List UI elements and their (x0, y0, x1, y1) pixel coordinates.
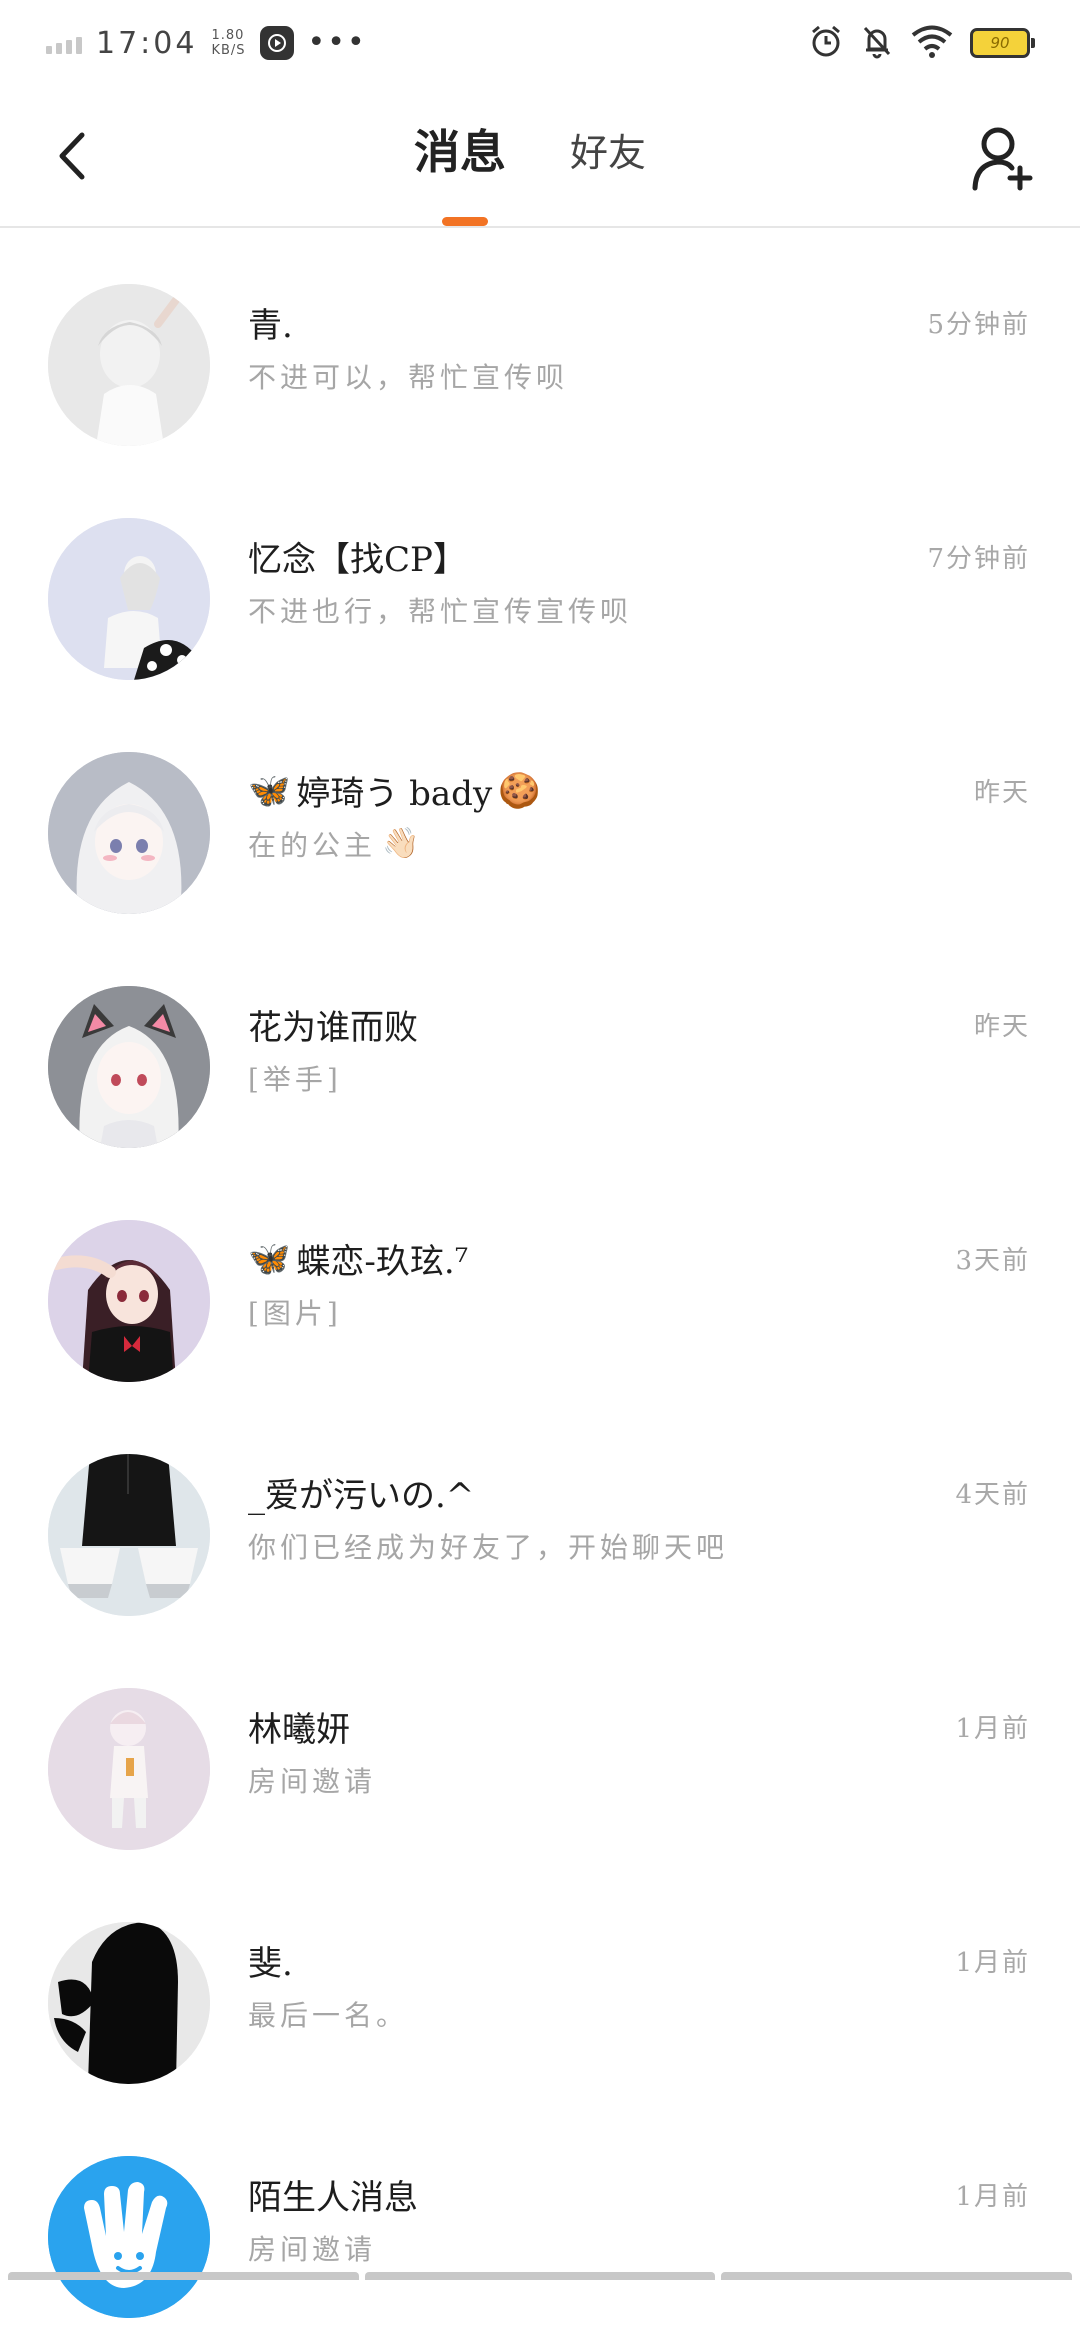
battery-level: 90 (990, 34, 1010, 52)
butterfly-emoji: 🦋 (248, 1238, 291, 1279)
avatar[interactable] (48, 752, 210, 914)
message-time: 4天前 (955, 1480, 1030, 1510)
chevron-left-icon (59, 132, 85, 180)
back-button[interactable] (44, 124, 100, 188)
waving-hand-emoji: 👋🏻 (382, 826, 424, 861)
tab-messages[interactable]: 消息 (414, 114, 506, 184)
contact-name: _爱が污いの.^ (248, 1476, 475, 1516)
contact-name: 陌生人消息 (248, 2178, 418, 2218)
tab-friends[interactable]: 好友 (570, 114, 646, 184)
message-preview: 你们已经成为好友了，开始聊天吧 (248, 1531, 729, 1564)
conversation-item[interactable]: 青. 不进可以，帮忙宣传呗 5分钟前 (0, 228, 1080, 462)
conversation-item[interactable]: _爱が污いの.^ 你们已经成为好友了，开始聊天吧 4天前 (0, 1398, 1080, 1632)
message-time: 7分钟前 (927, 544, 1030, 574)
video-play-icon (259, 26, 294, 60)
mute-bell-icon (860, 23, 894, 63)
more-dots-icon: ••• (307, 25, 367, 60)
message-preview: [图片] (248, 1297, 342, 1330)
battery-icon: 90 (970, 28, 1035, 58)
message-preview: 房间邀请 (248, 2233, 377, 2266)
message-time: 1月前 (955, 1714, 1030, 1744)
conversation-item[interactable]: 林曦妍 房间邀请 1月前 (0, 1632, 1080, 1866)
waving-hand-icon (48, 2156, 210, 2318)
wifi-icon (910, 24, 954, 62)
top-nav-bar: 消息 好友 (0, 84, 1080, 228)
message-time: 3天前 (955, 1246, 1030, 1276)
message-preview: 不进也行，帮忙宣传宣传呗 (248, 595, 633, 628)
message-time: 1月前 (955, 2182, 1030, 2212)
avatar[interactable] (48, 2156, 210, 2318)
message-time: 1月前 (955, 1948, 1030, 1978)
butterfly-emoji: 🦋 (248, 770, 291, 811)
avatar[interactable] (48, 1688, 210, 1850)
conversation-item[interactable]: 🦋 婷琦う bady 🍪 在的公主 👋🏻 昨天 (0, 696, 1080, 930)
network-speed-unit: KB/S (211, 43, 246, 58)
message-time: 昨天 (973, 778, 1030, 808)
contact-name: 斐. (248, 1944, 293, 1984)
add-user-icon (972, 127, 1033, 191)
avatar[interactable] (48, 1220, 210, 1382)
status-bar: 17:04 1.80 KB/S ••• 90 (0, 0, 1080, 84)
status-bar-right: 90 (808, 18, 1035, 68)
conversation-item[interactable]: 🦋 蝶恋-玖玹.⁷ [图片] 3天前 (0, 1164, 1080, 1398)
avatar[interactable] (48, 518, 210, 680)
conversation-item[interactable]: 斐. 最后一名。 1月前 (0, 1866, 1080, 2100)
message-preview: 最后一名。 (248, 1999, 409, 2032)
bottom-scroll-indicator (0, 2272, 1080, 2280)
contact-name: 林曦妍 (248, 1710, 350, 1750)
contact-name: 花为谁而败 (248, 1008, 418, 1048)
conversation-item[interactable]: 忆念【找CP】 不进也行，帮忙宣传宣传呗 7分钟前 (0, 462, 1080, 696)
contact-name: 青. (248, 306, 293, 346)
message-preview: [举手] (248, 1063, 342, 1096)
message-time: 5分钟前 (927, 310, 1030, 340)
avatar[interactable] (48, 986, 210, 1148)
avatar[interactable] (48, 1922, 210, 2084)
contact-name: 🦋 婷琦う bady 🍪 (248, 770, 541, 815)
conversation-item[interactable]: 花为谁而败 [举手] 昨天 (0, 930, 1080, 1164)
add-friend-button[interactable] (964, 120, 1040, 196)
cookie-emoji: 🍪 (498, 770, 541, 811)
contact-name: 忆念【找CP】 (248, 540, 467, 580)
alarm-icon (808, 23, 844, 63)
message-time: 昨天 (973, 1012, 1030, 1042)
message-preview: 在的公主 👋🏻 (248, 826, 424, 863)
active-tab-indicator (442, 217, 488, 226)
conversation-item[interactable]: 陌生人消息 房间邀请 1月前 (0, 2100, 1080, 2334)
status-bar-left: 17:04 1.80 KB/S ••• (46, 18, 367, 68)
signal-icon (46, 32, 82, 54)
avatar[interactable] (48, 1454, 210, 1616)
clock: 17:04 (96, 25, 198, 61)
avatar[interactable] (48, 284, 210, 446)
network-speed: 1.80 KB/S (211, 28, 245, 58)
message-preview: 不进可以，帮忙宣传呗 (248, 361, 569, 394)
network-speed-value: 1.80 (211, 28, 245, 43)
contact-name: 🦋 蝶恋-玖玹.⁷ (248, 1238, 469, 1283)
message-preview: 房间邀请 (248, 1765, 377, 1798)
